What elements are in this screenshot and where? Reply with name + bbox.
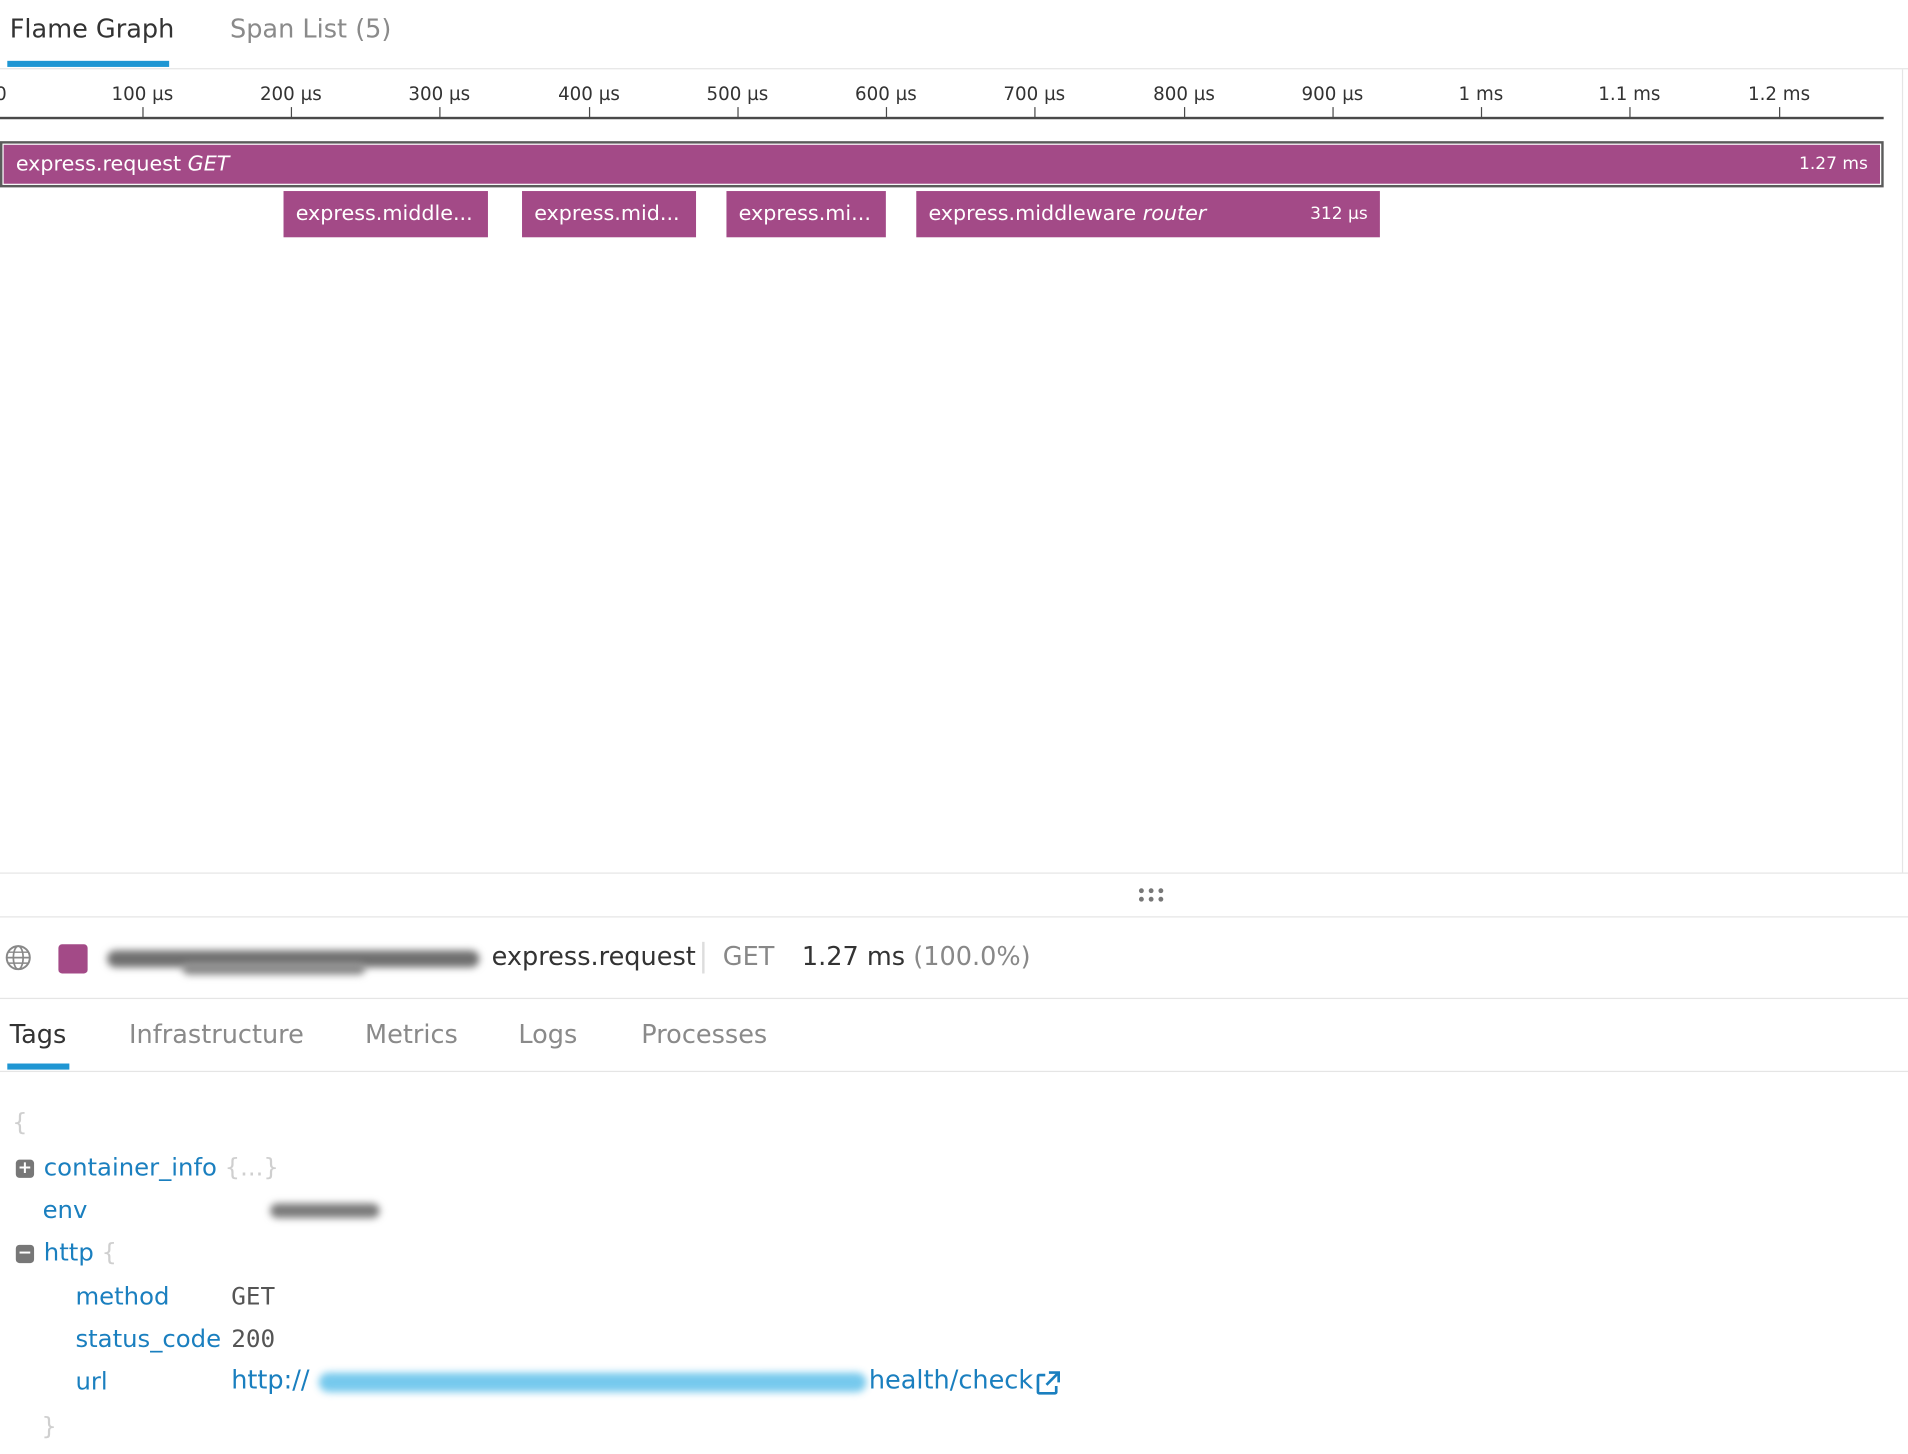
collapsed-hint: {...}: [224, 1152, 279, 1182]
globe-icon: [5, 945, 31, 971]
tick-label: 100 µs: [111, 82, 174, 105]
tag-key-status-code: status_code: [75, 1323, 222, 1354]
tick-label: 200 µs: [259, 82, 322, 105]
tick-label: 400 µs: [558, 82, 620, 105]
tag-key-env: env: [42, 1194, 88, 1225]
span-duration: 312 µs: [1310, 204, 1368, 224]
span-name-group: express.request GET: [4, 152, 1799, 176]
open-brace: {: [12, 1107, 28, 1137]
span-name: express.request: [15, 152, 182, 177]
span-name: express.middleware: [928, 201, 1137, 227]
tab-infrastructure[interactable]: Infrastructure: [129, 1020, 304, 1049]
active-tab-indicator: [7, 1063, 70, 1070]
tick-label: 1 ms: [1458, 82, 1504, 105]
tick-label: 700 µs: [1003, 82, 1066, 105]
span-resource: router: [1142, 201, 1207, 227]
redacted-url-host: [318, 1372, 867, 1393]
span-name: express.mid...: [534, 201, 680, 227]
tag-key: http: [43, 1237, 94, 1267]
span-resource: GET: [187, 152, 230, 177]
span-duration-value: 1.27 ms: [801, 941, 906, 972]
tag-key: container_info: [43, 1152, 217, 1182]
tag-key-container-info[interactable]: container_info {...}: [44, 1152, 279, 1181]
span-express-middleware-1[interactable]: express.middle...: [283, 191, 488, 238]
tick-label: 300 µs: [408, 82, 471, 105]
expand-container-info-icon[interactable]: +: [15, 1159, 35, 1178]
tab-tags[interactable]: Tags: [10, 1020, 67, 1049]
tag-value-status-code: 200: [231, 1323, 276, 1354]
tick-label: 800 µs: [1153, 82, 1215, 105]
tab-logs[interactable]: Logs: [518, 1020, 577, 1049]
span-express-middleware-router[interactable]: express.middleware router 312 µs: [916, 191, 1380, 238]
axis-tick: [439, 107, 441, 119]
tick-label: 900 µs: [1301, 82, 1364, 105]
axis-tick: [1629, 107, 1631, 119]
axis-tick: [588, 107, 591, 119]
active-tab-indicator: [7, 60, 170, 67]
flame-scrollbar[interactable]: [1901, 69, 1908, 873]
tab-processes[interactable]: Processes: [641, 1020, 767, 1049]
span-name: express.mi...: [738, 201, 871, 227]
panel-resize-handle[interactable]: [0, 872, 1908, 918]
span-express-middleware-2[interactable]: express.mid...: [522, 191, 697, 238]
span-express-request[interactable]: express.request GET 1.27 ms: [3, 144, 1881, 184]
span-name-group: express.middleware router: [916, 202, 1310, 226]
axis-line: [0, 116, 1884, 120]
url-path-link[interactable]: health/check: [869, 1365, 1033, 1394]
span-express-middleware-3[interactable]: express.mi...: [726, 191, 886, 238]
redacted-env-value: [270, 1203, 380, 1219]
span-resource-method: GET: [722, 941, 775, 972]
tag-key-method: method: [75, 1281, 170, 1311]
tag-key-url: url: [75, 1366, 108, 1396]
axis-tick: [142, 107, 144, 119]
axis-tick: [1034, 107, 1036, 119]
close-brace: }: [41, 1411, 57, 1441]
tick-label: 1.2 ms: [1747, 82, 1811, 105]
axis-tick: [290, 107, 293, 119]
axis-tick: [1332, 107, 1334, 119]
span-name: express.middle...: [295, 201, 473, 227]
tag-key-http[interactable]: http {: [44, 1238, 117, 1267]
span-duration: 1.27 ms: [1799, 154, 1868, 175]
span-duration-percent: (100.0%): [913, 941, 1031, 972]
axis-tick: [885, 107, 888, 119]
view-tabs: Flame Graph Span List (5): [0, 0, 1908, 70]
tab-flame-graph[interactable]: Flame Graph: [10, 15, 175, 44]
axis-tick: [1480, 107, 1483, 119]
tag-value-method: GET: [231, 1281, 276, 1311]
drag-grip-icon: [1138, 888, 1165, 902]
trace-panel: Flame Graph Span List (5) 0 100 µs 200 µ…: [0, 0, 1908, 1452]
tab-metrics[interactable]: Metrics: [365, 1020, 458, 1049]
http-open-brace: {: [101, 1237, 118, 1267]
span-color-swatch: [58, 944, 88, 974]
tick-label: 0: [0, 83, 7, 105]
span-operation-name: express.request: [491, 941, 696, 972]
tick-label: 600 µs: [854, 82, 917, 105]
url-prefix-link[interactable]: http://: [231, 1365, 309, 1394]
tick-label: 500 µs: [706, 82, 769, 105]
external-link-icon[interactable]: [1034, 1370, 1061, 1397]
tab-span-list[interactable]: Span List (5): [230, 15, 391, 44]
axis-tick: [737, 107, 739, 119]
redacted-service-name: [182, 962, 366, 975]
axis-tick: [1183, 107, 1186, 119]
header-separator: [702, 941, 705, 974]
axis-tick: [1779, 107, 1781, 119]
span-duration-summary: 1.27 ms (100.0%): [802, 942, 1031, 971]
tick-label: 1.1 ms: [1598, 82, 1661, 105]
collapse-http-icon[interactable]: −: [15, 1244, 35, 1264]
